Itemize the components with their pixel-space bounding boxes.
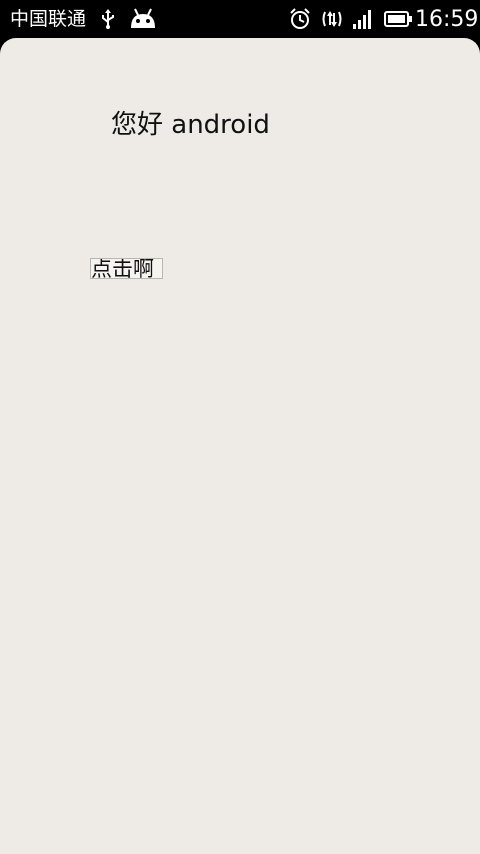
activity-content: 您好 android 点击啊 [0, 38, 480, 854]
alarm-icon [289, 8, 311, 30]
click-button[interactable]: 点击啊 [90, 258, 163, 279]
carrier-name: 中国联通 [10, 8, 87, 30]
signal-icon [352, 9, 374, 29]
android-debug-icon [129, 8, 157, 30]
status-clock: 16:59 [415, 7, 479, 32]
battery-icon [384, 11, 412, 27]
usb-icon [99, 9, 117, 29]
status-bar: 中国联通 16:59 [0, 0, 480, 38]
data-sync-icon [321, 8, 343, 30]
greeting-text: 您好 android [111, 110, 270, 140]
